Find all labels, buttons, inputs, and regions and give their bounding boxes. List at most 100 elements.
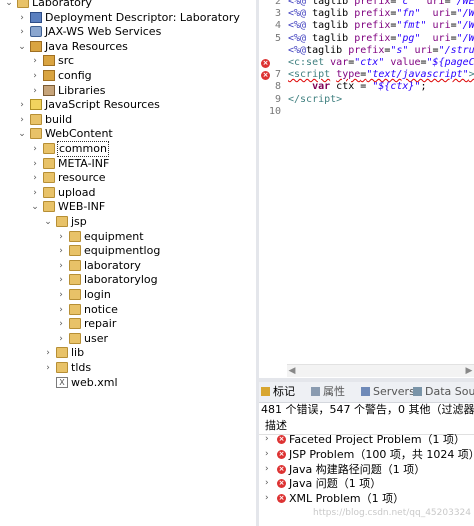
tree-item-laboratory[interactable]: ⌄ Laboratory [0,0,256,10]
tree-item-resource[interactable]: › resource [0,171,256,185]
tree-item-label: resource [58,171,106,185]
tree-item-tlds[interactable]: › tlds [0,361,256,375]
tree-item-label: build [45,112,73,126]
tree-item-label: Deployment Descriptor: Laboratory [45,10,240,24]
chevron-down-icon[interactable]: ⌄ [4,0,14,10]
tree-item-jsp[interactable]: ⌄ jsp [0,215,256,229]
code-line[interactable]: <%@ taglib prefix="pg" uri="/WE [288,33,474,45]
chevron-right-icon[interactable]: › [30,186,40,200]
chevron-right-icon[interactable]: › [265,491,269,506]
tree-item-build[interactable]: › build [0,113,256,127]
code-line[interactable]: <%@taglib prefix="s" uri="/strut [288,45,474,57]
scroll-left-icon[interactable]: ◀ [287,365,297,377]
tree-item-laboratorylog[interactable]: › laboratorylog [0,273,256,287]
chevron-right-icon[interactable]: › [30,142,40,156]
chevron-right-icon[interactable]: › [17,25,27,39]
chevron-right-icon[interactable]: › [265,462,269,477]
chevron-right-icon[interactable]: › [56,288,66,302]
chevron-right-icon[interactable]: › [265,447,269,462]
tree-item-repair[interactable]: › repair [0,317,256,331]
tree-item-label: user [84,331,108,345]
problem-group-row[interactable]: › × Faceted Project Problem（1 项） [259,432,474,447]
code-line[interactable]: </script> [288,94,342,106]
tree-item-libraries[interactable]: › Libraries [0,84,256,98]
tree-item-laboratory[interactable]: › laboratory [0,259,256,273]
scroll-right-icon[interactable]: ▶ [464,365,474,377]
editor-horizontal-scrollbar[interactable]: ◀ ▶ [287,364,474,377]
chevron-right-icon[interactable]: › [56,244,66,258]
chevron-right-icon[interactable]: › [56,332,66,346]
chevron-right-icon[interactable]: › [30,84,40,98]
problem-group-label: Faceted Project Problem（1 项） [289,433,466,446]
error-icon: × [277,449,286,459]
tree-item-upload[interactable]: › upload [0,186,256,200]
chevron-right-icon[interactable]: › [56,317,66,331]
chevron-right-icon[interactable]: › [56,230,66,244]
error-icon: × [277,494,286,504]
tree-item-meta-inf[interactable]: › META-INF [0,157,256,171]
tree-item-src[interactable]: › src [0,54,256,68]
tree-item-login[interactable]: › login [0,288,256,302]
tree-item-lib[interactable]: › lib [0,346,256,360]
line-number: 2 [274,0,281,7]
tree-item-deployment-descriptor-laboratory[interactable]: › Deployment Descriptor: Laboratory [0,11,256,25]
tree-item-equipmentlog[interactable]: › equipmentlog [0,244,256,258]
problem-group-row[interactable]: › × Java 问题（1 项） [259,476,474,491]
problem-group-row[interactable]: › × JSP Problem（100 项，共 1024 项） [259,447,474,462]
tab-properties[interactable]: 属性 [311,385,345,399]
problem-group-row[interactable]: › × Java 构建路径问题（1 项） [259,462,474,477]
tree-item-user[interactable]: › user [0,332,256,346]
chevron-down-icon[interactable]: ⌄ [30,200,40,214]
problem-group-row[interactable]: › × XML Problem（1 项） [259,491,474,506]
folder-icon [69,332,81,344]
chevron-down-icon[interactable]: ⌄ [17,127,27,141]
code-line[interactable]: <script type="text/javascript"> [288,69,474,81]
chevron-right-icon[interactable]: › [56,303,66,317]
tree-item-label: login [84,288,111,301]
chevron-right-icon[interactable]: › [265,476,269,491]
chevron-right-icon[interactable]: › [17,11,27,25]
chevron-down-icon[interactable]: ⌄ [17,40,27,54]
error-marker-icon[interactable]: × [261,58,270,68]
tree-item-label: upload [58,185,96,199]
tree-item-notice[interactable]: › notice [0,303,256,317]
servers-icon [361,387,370,396]
tree-item-config[interactable]: › config [0,69,256,83]
tree-item-common[interactable]: › common [0,141,256,157]
descriptor-icon [30,11,42,23]
chevron-right-icon[interactable]: › [56,273,66,287]
chevron-right-icon[interactable]: › [56,259,66,273]
code-line[interactable]: <c:set var="ctx" value="${pageCon [288,57,474,69]
chevron-right-icon[interactable]: › [43,361,53,375]
chevron-right-icon[interactable]: › [30,54,40,68]
code-line[interactable]: <%@ taglib prefix="fn" uri="/WE [288,8,474,20]
tree-item-web-xml[interactable]: Xweb.xml [0,376,256,390]
chevron-right-icon[interactable]: › [265,432,269,447]
line-number: 9 [274,93,281,105]
chevron-right-icon[interactable]: › [30,69,40,83]
folder-icon [69,303,81,315]
chevron-right-icon[interactable]: › [43,346,53,360]
tree-item-java-resources[interactable]: ⌄ Java Resources [0,40,256,54]
code-line[interactable]: var ctx = "${ctx}"; [288,81,426,93]
code-line[interactable]: <%@ taglib prefix="c" uri="/WE [288,0,474,8]
chevron-right-icon[interactable]: › [30,171,40,185]
tab-data-source[interactable]: Data Source [413,385,474,399]
tab-servers[interactable]: Servers [361,385,415,399]
error-marker-icon[interactable]: × [261,70,270,80]
tab-label: Data Source [425,385,474,398]
code-line[interactable]: <%@ taglib prefix="fmt" uri="/WE [288,20,474,32]
tree-item-javascript-resources[interactable]: › JavaScript Resources [0,98,256,112]
data-source-icon [413,387,422,396]
tree-item-web-inf[interactable]: ⌄ WEB-INF [0,200,256,214]
tree-item-equipment[interactable]: › equipment [0,230,256,244]
problem-group-label: JSP Problem（100 项，共 1024 项） [289,447,474,461]
chevron-right-icon[interactable]: › [30,157,40,171]
chevron-down-icon[interactable]: ⌄ [43,215,53,229]
tree-item-jax-ws-web-services[interactable]: › JAX-WS Web Services [0,25,256,39]
chevron-right-icon[interactable]: › [17,113,27,127]
tree-item-webcontent[interactable]: ⌄ WebContent [0,127,256,141]
tab-markers[interactable]: 标记 [261,385,295,399]
jsp-editor[interactable]: 2 3 4 5 × 7 × 8 9 10 <%@ taglib prefix="c" uri="/… [259,0,474,378]
chevron-right-icon[interactable]: › [17,98,27,112]
